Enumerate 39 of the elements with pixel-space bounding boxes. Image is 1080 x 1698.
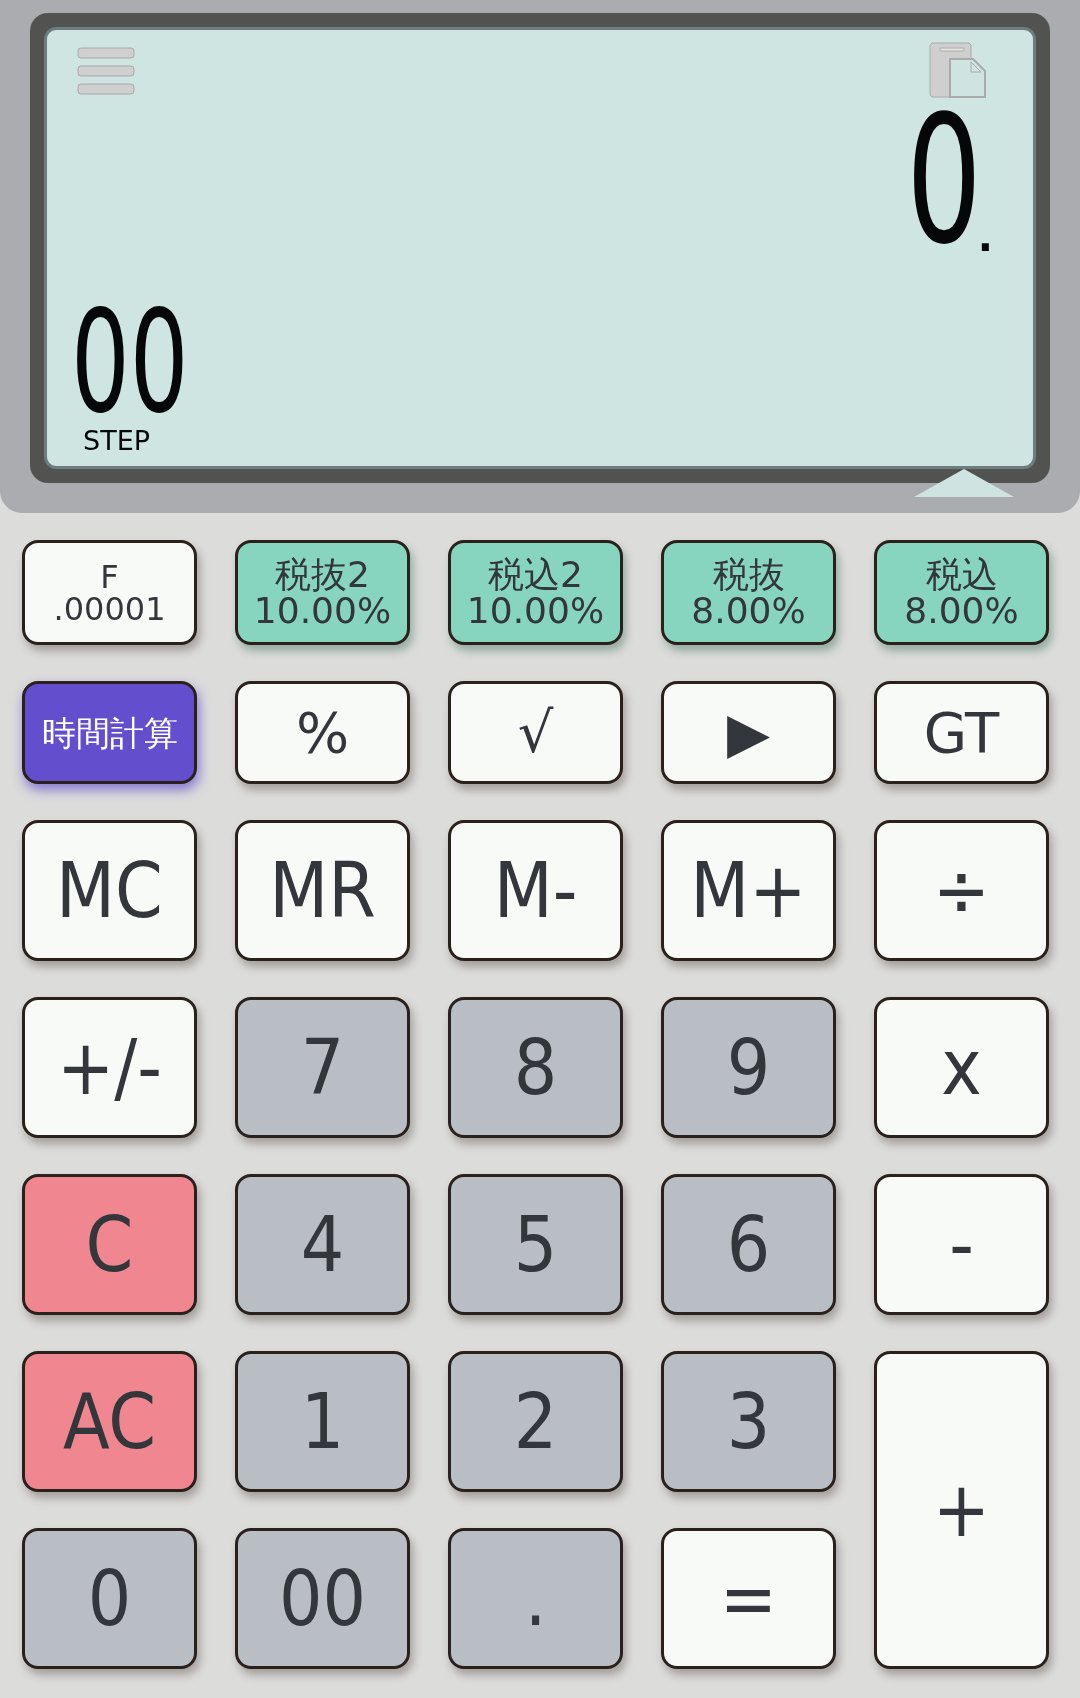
- calculator-key[interactable]: F .00001: [22, 540, 197, 645]
- calculator-key[interactable]: 税抜 8.00%: [661, 540, 836, 645]
- calculator-key[interactable]: 1: [235, 1351, 410, 1492]
- calculator-key[interactable]: M+: [661, 820, 836, 961]
- calculator-key[interactable]: AC: [22, 1351, 197, 1492]
- calculator-key[interactable]: 税抜2 10.00%: [235, 540, 410, 645]
- calculator-key[interactable]: 3: [661, 1351, 836, 1492]
- calculator-key[interactable]: 4: [235, 1174, 410, 1315]
- calculator-key[interactable]: 時間計算: [22, 681, 197, 784]
- calculator-key[interactable]: .: [448, 1528, 623, 1669]
- calculator-key[interactable]: 税込2 10.00%: [448, 540, 623, 645]
- calculator-key[interactable]: 8: [448, 997, 623, 1138]
- calculator-key[interactable]: 00: [235, 1528, 410, 1669]
- step-count: 00: [71, 308, 189, 418]
- calculator-key[interactable]: ▶: [661, 681, 836, 784]
- calculator-key[interactable]: M-: [448, 820, 623, 961]
- calculator-key[interactable]: +: [874, 1351, 1049, 1669]
- menu-icon[interactable]: [77, 47, 135, 95]
- copy-icon[interactable]: [929, 42, 987, 98]
- calculator-key[interactable]: C: [22, 1174, 197, 1315]
- calculator-key[interactable]: 税込 8.00%: [874, 540, 1049, 645]
- calculator-key[interactable]: GT: [874, 681, 1049, 784]
- calculator-key[interactable]: =: [661, 1528, 836, 1669]
- calculator-key[interactable]: MC: [22, 820, 197, 961]
- calculator-key[interactable]: 9: [661, 997, 836, 1138]
- calculator-key[interactable]: 2: [448, 1351, 623, 1492]
- calculator-key[interactable]: √: [448, 681, 623, 784]
- calculator-key[interactable]: 5: [448, 1174, 623, 1315]
- calculator-key[interactable]: MR: [235, 820, 410, 961]
- calculator-key[interactable]: -: [874, 1174, 1049, 1315]
- calculator-key[interactable]: 7: [235, 997, 410, 1138]
- step-label: STEP: [83, 426, 150, 456]
- calculator-key[interactable]: ÷: [874, 820, 1049, 961]
- calculator-key[interactable]: x: [874, 997, 1049, 1138]
- calculator-key[interactable]: %: [235, 681, 410, 784]
- expand-arrow-icon[interactable]: [914, 469, 1014, 497]
- calculator-key[interactable]: 6: [661, 1174, 836, 1315]
- calculator-key[interactable]: 0: [22, 1528, 197, 1669]
- calculator-key[interactable]: +/-: [22, 997, 197, 1138]
